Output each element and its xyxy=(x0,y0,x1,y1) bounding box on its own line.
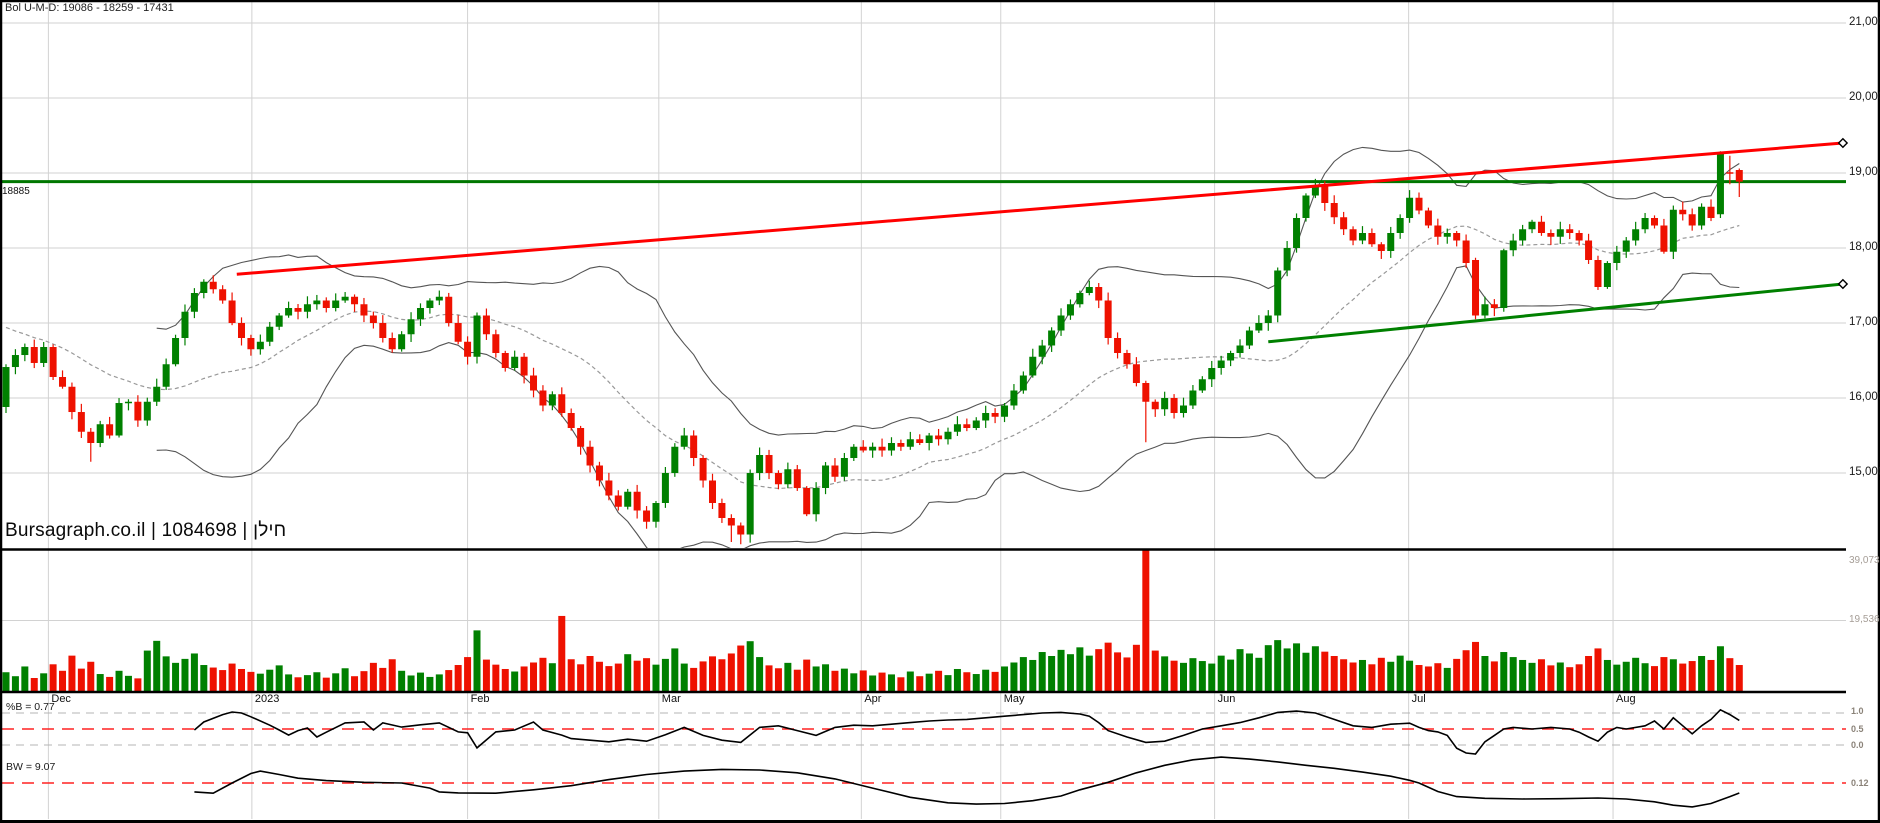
month-axis-label: Feb xyxy=(470,693,490,705)
month-axis-label: Dec xyxy=(51,693,71,705)
price-axis-tick-label: 21,000 xyxy=(1849,16,1880,28)
month-axis-label: May xyxy=(1003,693,1025,705)
candles-layer xyxy=(2,151,1743,545)
price-axis-tick-label: 19,000 xyxy=(1849,166,1880,178)
bollinger-bands-layer xyxy=(5,146,1740,548)
trendlines-layer xyxy=(236,137,1849,344)
bursagraph-chart[interactable]: Bol U-M-D: 19086 - 18259 - 17431 18885 B… xyxy=(0,0,1880,823)
panel-borders-layer xyxy=(0,0,1880,823)
percent-b-scale-label: 0.0 xyxy=(1851,740,1864,750)
bollinger-values-label: Bol U-M-D: 19086 - 18259 - 17431 xyxy=(5,2,174,14)
branding-watermark: Bursagraph.co.il | 1084698 | חילן xyxy=(5,520,287,541)
month-axis-label: Apr xyxy=(864,693,882,705)
price-axis-tick-label: 20,000 xyxy=(1849,91,1880,103)
last-price-label: 18885 xyxy=(2,186,30,197)
percent-b-scale-label: 1.0 xyxy=(1851,706,1864,716)
price-axis-tick-label: 17,000 xyxy=(1849,316,1880,328)
bandwidth-indicator-label: BW = 9.07 xyxy=(6,761,56,773)
percent-b-scale-label: 0.5 xyxy=(1851,724,1864,734)
percent-b-indicator-label: %B = 0.77 xyxy=(6,701,55,713)
bandwidth-scale-label: 0.12 xyxy=(1851,778,1869,788)
month-axis-label: Jun xyxy=(1217,693,1236,705)
volume-axis-max-label: 39,073 xyxy=(1849,555,1880,566)
volume-axis-mid-label: 19,536 xyxy=(1849,613,1880,625)
month-axis-label: Aug xyxy=(1616,693,1636,705)
rising-support-end-marker xyxy=(1837,278,1849,290)
month-axis-label: 2023 xyxy=(254,693,280,705)
price-axis-tick-label: 16,000 xyxy=(1849,391,1880,403)
month-axis-label: Jul xyxy=(1411,693,1426,705)
rising-resistance-end-marker xyxy=(1837,137,1849,149)
price-axis-tick-label: 15,000 xyxy=(1849,466,1880,478)
month-axis-label: Mar xyxy=(661,693,681,705)
bandwidth-line-layer xyxy=(194,756,1740,808)
percent-b-line-layer xyxy=(193,708,1740,755)
price-axis-tick-label: 18,000 xyxy=(1849,241,1880,253)
chart-canvas[interactable] xyxy=(0,0,1880,823)
